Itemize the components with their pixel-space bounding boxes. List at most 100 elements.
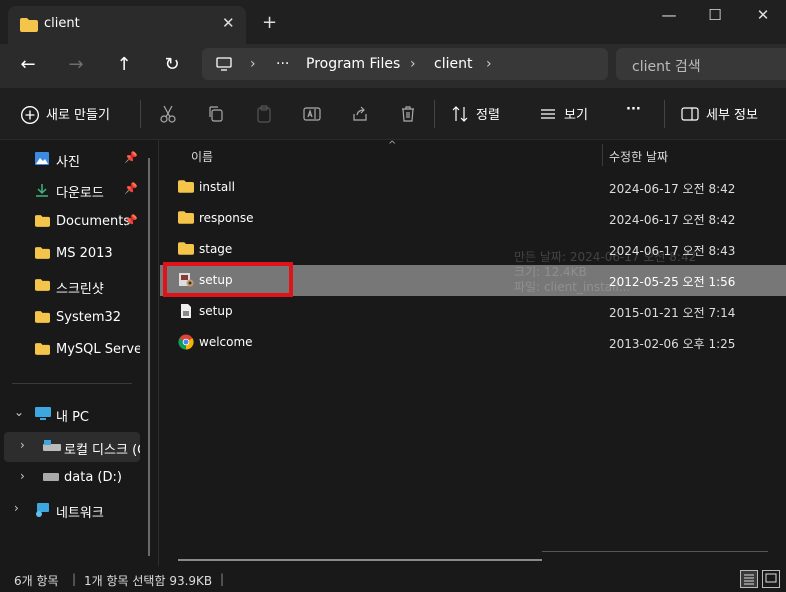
title-bar: client ✕ + — ☐ ✕ <box>0 0 786 44</box>
forward-arrow-icon[interactable]: → <box>62 54 90 75</box>
details-pane-icon[interactable] <box>680 104 700 124</box>
sidebar-item-downloads[interactable]: 다운로드 📌 <box>0 175 140 205</box>
list-item[interactable]: setup 2015-01-21 오전 7:14 <box>160 296 786 327</box>
delete-icon[interactable] <box>398 104 418 124</box>
add-circle-icon[interactable] <box>20 105 40 125</box>
column-divider[interactable] <box>602 144 603 166</box>
list-item[interactable]: response 2024-06-17 오전 8:42 <box>160 203 786 234</box>
list-item[interactable]: welcome 2013-02-06 오후 1:25 <box>160 327 786 358</box>
file-list: ^ 이름 수정한 날짜 install 2024-06-17 오전 8:42 r… <box>160 140 786 566</box>
minimize-button[interactable]: — <box>646 6 692 24</box>
computer-icon <box>216 57 232 71</box>
sidebar-divider <box>12 383 132 384</box>
sidebar-item-screenshots[interactable]: 스크린샷 <box>0 271 140 301</box>
up-arrow-icon[interactable]: ↑ <box>110 54 138 75</box>
column-header-name[interactable]: 이름 <box>191 148 213 165</box>
tab-client[interactable]: client ✕ <box>8 6 246 44</box>
chevron-right-icon[interactable]: › <box>14 501 19 515</box>
folder-icon <box>178 180 194 193</box>
pin-icon: 📌 <box>124 151 138 164</box>
file-tooltip: 만든 날짜: 2024-06-17 오전 8:42 크기: 12.4KB 파일:… <box>514 250 734 298</box>
tooltip-file: 파일: client_install... <box>514 280 631 294</box>
item-count: 6개 항목 <box>14 574 59 588</box>
highlight-annotation <box>163 262 293 297</box>
divider <box>140 100 141 128</box>
list-item[interactable]: install 2024-06-17 오전 8:42 <box>160 172 786 203</box>
back-arrow-icon[interactable]: ← <box>14 54 42 75</box>
details-view-button[interactable] <box>740 570 758 588</box>
column-header-modified[interactable]: 수정한 날짜 <box>609 148 668 165</box>
file-name: setup <box>199 304 233 318</box>
folder-icon <box>35 343 50 355</box>
sort-button[interactable]: 정렬 <box>476 104 500 123</box>
sidebar-item-label: System32 <box>56 310 122 325</box>
pane-divider[interactable] <box>158 140 159 566</box>
details-view-icon <box>744 574 754 585</box>
breadcrumb-program-files[interactable]: Program Files <box>306 56 400 72</box>
sidebar-item-label: 로컬 디스크 (C:) <box>64 443 140 458</box>
chevron-down-icon[interactable]: ⌄ <box>14 405 24 419</box>
new-button[interactable]: 새로 만들기 <box>46 104 110 123</box>
folder-icon <box>35 215 50 227</box>
sidebar-item-system32[interactable]: System32 <box>0 303 140 333</box>
share-icon[interactable] <box>350 104 370 124</box>
chevron-right-icon[interactable]: › <box>20 469 25 483</box>
folder-icon <box>178 211 194 224</box>
sidebar-item-label: 내 PC <box>56 410 90 425</box>
breadcrumb-overflow[interactable]: ··· <box>276 56 289 72</box>
breadcrumb-client[interactable]: client <box>434 56 472 72</box>
folder-icon <box>35 247 50 259</box>
details-button[interactable]: 세부 정보 <box>706 104 758 123</box>
sidebar-item-local-disk[interactable]: › 로컬 디스크 (C:) <box>4 432 140 462</box>
folder-icon <box>35 311 50 323</box>
folder-icon <box>20 18 38 32</box>
view-button[interactable]: 보기 <box>564 104 588 123</box>
sidebar-item-ms2013[interactable]: MS 2013 <box>0 239 140 269</box>
sidebar-item-network[interactable]: › 네트워크 <box>0 495 140 525</box>
copy-icon[interactable] <box>206 104 226 124</box>
tiles-view-icon <box>765 573 777 583</box>
file-date: 2024-06-17 오전 8:42 <box>609 182 736 196</box>
sidebar-item-this-pc[interactable]: ⌄ 내 PC <box>0 399 140 429</box>
sidebar-item-label: MS 2013 <box>56 246 113 261</box>
folder-icon <box>35 279 50 291</box>
divider <box>434 100 435 128</box>
chevron-right-icon: › <box>410 56 416 72</box>
close-button[interactable]: ✕ <box>740 6 786 24</box>
chevron-right-icon[interactable]: › <box>20 438 25 452</box>
sidebar-item-documents[interactable]: Documents 📌 <box>0 207 140 237</box>
status-bar: 6개 항목 | 1개 항목 선택함 93.9KB | <box>0 566 786 592</box>
sidebar-item-pictures[interactable]: 사진 📌 <box>0 144 140 174</box>
sidebar-item-label: 네트워크 <box>56 506 104 521</box>
sidebar-item-label: 스크린샷 <box>56 282 104 297</box>
horizontal-scrollbar[interactable] <box>178 559 542 561</box>
download-icon <box>36 184 48 197</box>
cut-icon[interactable] <box>158 104 178 124</box>
view-list-icon[interactable] <box>538 104 558 124</box>
scroll-track <box>542 551 768 552</box>
rename-icon[interactable] <box>302 104 322 124</box>
search-input[interactable]: client 검색 <box>616 48 786 80</box>
address-input[interactable]: › ··· Program Files › client › <box>202 48 608 80</box>
sort-icon[interactable] <box>450 104 470 124</box>
file-name: response <box>199 211 254 225</box>
network-icon <box>36 503 49 517</box>
address-bar-row: ← → ↑ ↻ › ··· Program Files › client › c… <box>0 44 786 88</box>
tooltip-created: 만든 날짜: 2024-06-17 오전 8:42 <box>514 250 697 264</box>
paste-icon[interactable] <box>254 104 274 124</box>
more-options-button[interactable]: ··· <box>626 102 641 117</box>
sidebar-item-data-drive[interactable]: › data (D:) <box>0 463 140 493</box>
sidebar-scrollbar[interactable] <box>148 158 150 556</box>
file-date: 2024-06-17 오전 8:42 <box>609 213 736 227</box>
sidebar-item-mysql[interactable]: MySQL Server 5 <box>0 335 140 365</box>
new-tab-button[interactable]: + <box>262 12 277 33</box>
tiles-view-button[interactable] <box>762 570 780 588</box>
column-header-row: ^ 이름 수정한 날짜 <box>160 140 786 170</box>
command-bar: 새로 만들기 정렬 보기 ··· 세부 정보 <box>0 88 786 140</box>
tab-close-button[interactable]: ✕ <box>222 14 235 32</box>
maximize-button[interactable]: ☐ <box>692 6 738 24</box>
refresh-icon[interactable]: ↻ <box>158 54 186 75</box>
file-date: 2013-02-06 오후 1:25 <box>609 337 736 351</box>
navigation-pane: 사진 📌 다운로드 📌 Documents 📌 MS 2013 스크린샷 Sys… <box>0 140 158 566</box>
search-placeholder: client 검색 <box>632 59 701 75</box>
